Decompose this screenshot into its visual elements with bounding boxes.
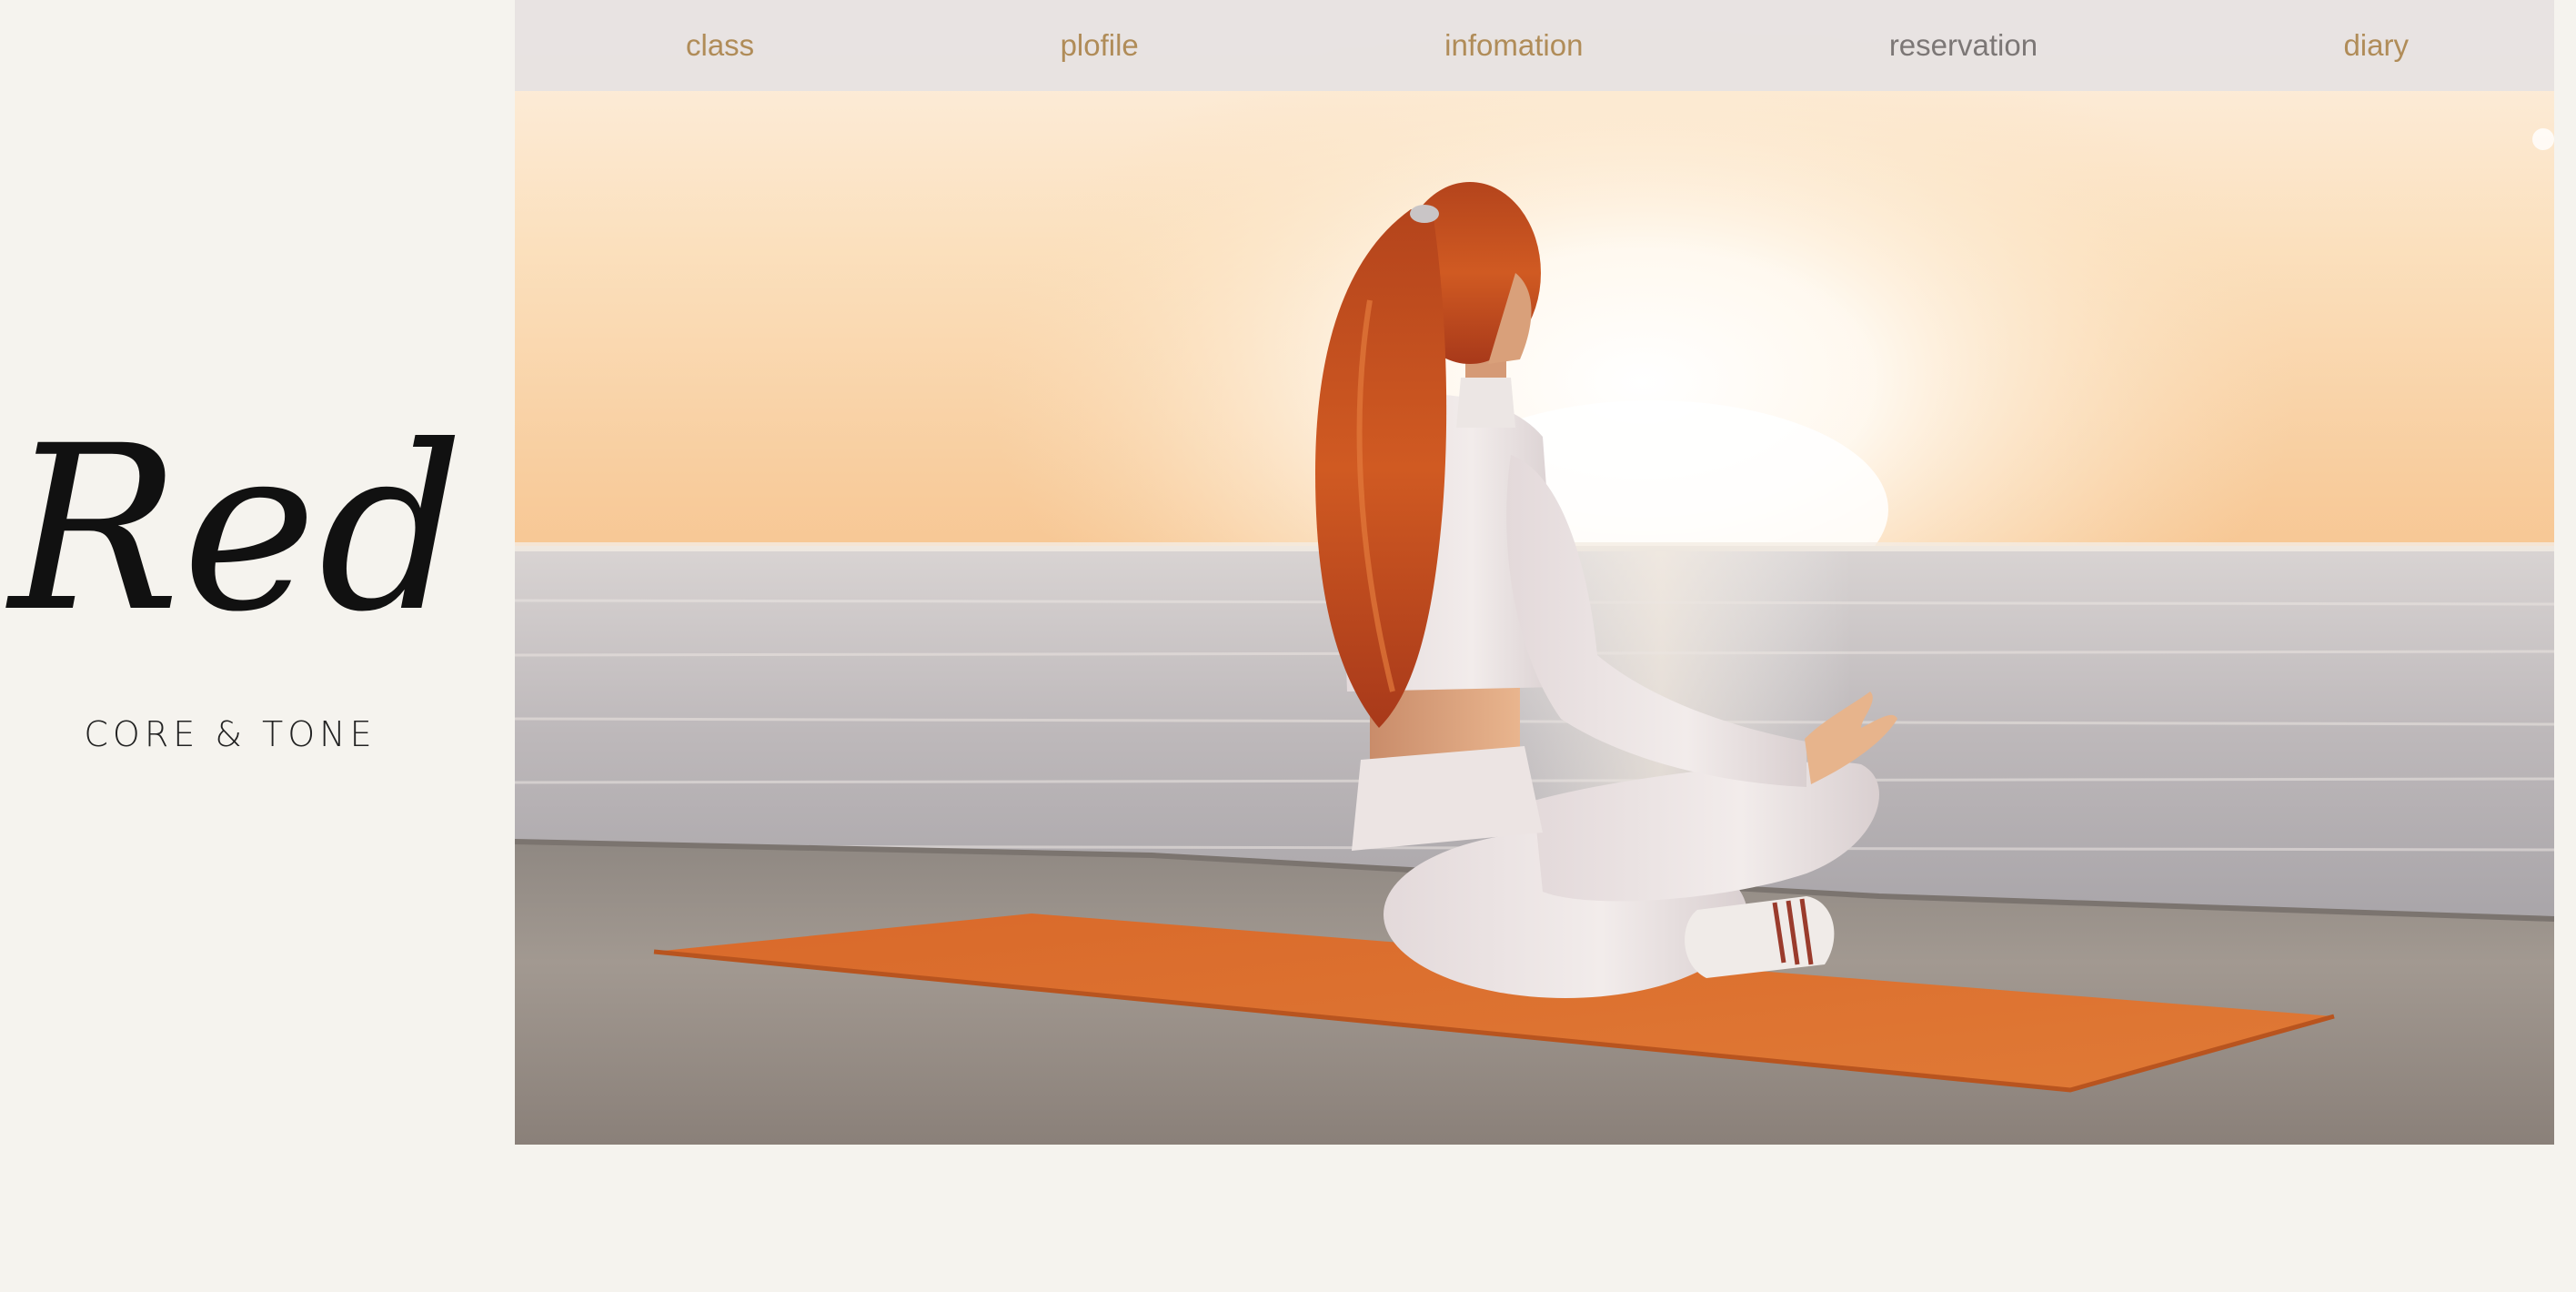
- top-nav: class plofile infomation reservation dia…: [515, 0, 2554, 91]
- nav-link-class[interactable]: class: [686, 28, 754, 63]
- nav-link-profile[interactable]: plofile: [1061, 28, 1139, 63]
- hero-image: [515, 0, 2554, 1145]
- logo-text: Redal: [5, 397, 473, 661]
- nav-link-information[interactable]: infomation: [1444, 28, 1583, 63]
- brand-panel: Redal CORE & TONE: [0, 0, 515, 1292]
- logo[interactable]: Redal: [0, 373, 473, 664]
- page: Redal CORE & TONE: [0, 0, 2576, 1292]
- tagline: CORE & TONE: [84, 714, 377, 754]
- nav-link-reservation[interactable]: reservation: [1889, 28, 2038, 63]
- nav-link-diary[interactable]: diary: [2343, 28, 2409, 63]
- yoga-sunset-scene: [515, 0, 2554, 1145]
